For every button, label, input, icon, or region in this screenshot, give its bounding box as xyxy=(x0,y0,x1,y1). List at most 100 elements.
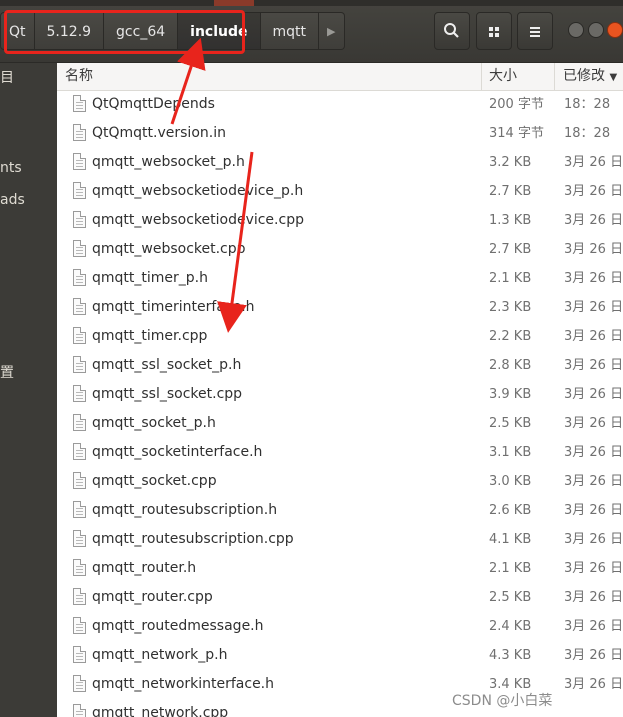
file-modified: 3月 26 日 xyxy=(564,387,623,402)
file-modified: 3月 26 日 xyxy=(564,358,623,373)
file-name: qmqtt_socket.cpp xyxy=(92,473,217,489)
file-name: qmqtt_websocketiodevice_p.h xyxy=(92,183,304,199)
file-name: QtQmqtt.version.in xyxy=(92,125,226,141)
file-row[interactable]: qmqtt_socketinterface.h 3.1 KB 3月 26 日 xyxy=(57,438,623,467)
file-modified: 3月 26 日 xyxy=(564,213,623,228)
file-modified: 3月 26 日 xyxy=(564,416,623,431)
file-row[interactable]: qmqtt_router.cpp 2.5 KB 3月 26 日 xyxy=(57,583,623,612)
file-size: 4.1 KB xyxy=(489,532,532,547)
file-name: qmqtt_routesubscription.h xyxy=(92,502,278,518)
file-row[interactable]: qmqtt_websocketiodevice.cpp 1.3 KB 3月 26 日 xyxy=(57,206,623,235)
header-bar: Qt 5.12.9 gcc_64 include mqtt ▶ xyxy=(0,0,623,63)
file-row[interactable]: qmqtt_timerinterface.h 2.3 KB 3月 26 日 xyxy=(57,293,623,322)
file-name: qmqtt_websocket_p.h xyxy=(92,154,245,170)
file-modified: 3月 26 日 xyxy=(564,271,623,286)
search-icon xyxy=(444,23,459,38)
file-name: qmqtt_routedmessage.h xyxy=(92,618,264,634)
file-row[interactable]: QtQmqtt.version.in 314 字节 18：28 xyxy=(57,119,623,148)
file-row[interactable]: qmqtt_websocket_p.h 3.2 KB 3月 26 日 xyxy=(57,148,623,177)
maximize-button[interactable] xyxy=(588,22,604,38)
file-row[interactable]: QtQmqttDepends 200 字节 18：28 xyxy=(57,90,623,119)
file-row[interactable]: qmqtt_websocket.cpp 2.7 KB 3月 26 日 xyxy=(57,235,623,264)
file-size: 2.5 KB xyxy=(489,590,532,605)
file-name: qmqtt_socketinterface.h xyxy=(92,444,263,460)
file-name: qmqtt_routesubscription.cpp xyxy=(92,531,294,547)
text-file-icon xyxy=(73,646,86,663)
breadcrumb-mqtt[interactable]: mqtt xyxy=(260,12,320,50)
text-file-icon xyxy=(73,443,86,460)
column-divider[interactable] xyxy=(481,63,482,90)
watermark: CSDN @小白菜 xyxy=(452,693,553,709)
file-row[interactable]: qmqtt_routesubscription.h 2.6 KB 3月 26 日 xyxy=(57,496,623,525)
text-file-icon xyxy=(73,269,86,286)
file-name: qmqtt_timerinterface.h xyxy=(92,299,255,315)
text-file-icon xyxy=(73,153,86,170)
text-file-icon xyxy=(73,588,86,605)
sidebar-item-4[interactable]: 置 xyxy=(0,362,14,382)
text-file-icon xyxy=(73,559,86,576)
file-row[interactable]: qmqtt_routedmessage.h 2.4 KB 3月 26 日 xyxy=(57,612,623,641)
file-size: 1.3 KB xyxy=(489,213,532,228)
text-file-icon xyxy=(73,501,86,518)
file-row[interactable]: qmqtt_router.h 2.1 KB 3月 26 日 xyxy=(57,554,623,583)
file-size: 2.2 KB xyxy=(489,329,532,344)
file-name: QtQmqttDepends xyxy=(92,96,215,112)
view-toggle-button[interactable] xyxy=(476,12,512,50)
file-size: 2.6 KB xyxy=(489,503,532,518)
file-name: qmqtt_timer.cpp xyxy=(92,328,208,344)
file-name: qmqtt_socket_p.h xyxy=(92,415,216,431)
column-header-size[interactable]: 大小 xyxy=(489,63,517,90)
column-divider[interactable] xyxy=(554,63,555,90)
column-header-modified-label: 已修改 xyxy=(563,68,605,84)
minimize-button[interactable] xyxy=(568,22,584,38)
file-size: 2.7 KB xyxy=(489,184,532,199)
file-modified: 3月 26 日 xyxy=(564,561,623,576)
search-button[interactable] xyxy=(434,12,470,50)
file-row[interactable]: qmqtt_websocketiodevice_p.h 2.7 KB 3月 26 日 xyxy=(57,177,623,206)
file-size: 3.2 KB xyxy=(489,155,532,170)
file-row[interactable]: qmqtt_socket.cpp 3.0 KB 3月 26 日 xyxy=(57,467,623,496)
text-file-icon xyxy=(73,95,86,112)
text-file-icon xyxy=(73,675,86,692)
file-modified: 3月 26 日 xyxy=(564,445,623,460)
file-name: qmqtt_network_p.h xyxy=(92,647,228,663)
text-file-icon xyxy=(73,124,86,141)
file-modified: 3月 26 日 xyxy=(564,648,623,663)
text-file-icon xyxy=(73,385,86,402)
file-row[interactable]: qmqtt_timer_p.h 2.1 KB 3月 26 日 xyxy=(57,264,623,293)
close-button[interactable] xyxy=(607,22,623,38)
file-modified: 3月 26 日 xyxy=(564,300,623,315)
file-modified: 3月 26 日 xyxy=(564,329,623,344)
column-header-modified[interactable]: 已修改 ▼ xyxy=(563,63,617,90)
text-file-icon xyxy=(73,240,86,257)
file-modified: 3月 26 日 xyxy=(564,474,623,489)
file-size: 200 字节 xyxy=(489,97,544,112)
file-size: 3.9 KB xyxy=(489,387,532,402)
sidebar-item-2[interactable]: nts xyxy=(0,160,22,176)
file-modified: 18：28 xyxy=(564,126,611,141)
file-name: qmqtt_ssl_socket.cpp xyxy=(92,386,243,402)
menu-button[interactable] xyxy=(517,12,553,50)
file-row[interactable]: qmqtt_routesubscription.cpp 4.1 KB 3月 26 日 xyxy=(57,525,623,554)
file-modified: 3月 26 日 xyxy=(564,677,623,692)
file-modified: 18：28 xyxy=(564,97,611,112)
file-modified: 3月 26 日 xyxy=(564,503,623,518)
column-header-name[interactable]: 名称 xyxy=(65,63,93,90)
hamburger-menu-icon xyxy=(530,27,540,37)
sidebar-item-1[interactable]: 目 xyxy=(0,67,14,87)
annotation-highlight-box xyxy=(4,10,245,54)
file-row[interactable]: qmqtt_ssl_socket_p.h 2.8 KB 3月 26 日 xyxy=(57,351,623,380)
file-size: 2.8 KB xyxy=(489,358,532,373)
text-file-icon xyxy=(73,182,86,199)
file-row[interactable]: qmqtt_ssl_socket.cpp 3.9 KB 3月 26 日 xyxy=(57,380,623,409)
sidebar-item-3[interactable]: ads xyxy=(0,192,25,208)
file-list-pane: 名称 大小 已修改 ▼ QtQmqttDepends 200 字节 18：28 QtQ… xyxy=(57,63,623,717)
file-row[interactable]: qmqtt_timer.cpp 2.2 KB 3月 26 日 xyxy=(57,322,623,351)
file-modified: 3月 26 日 xyxy=(564,155,623,170)
file-row[interactable]: qmqtt_network_p.h 4.3 KB 3月 26 日 xyxy=(57,641,623,670)
file-size: 2.3 KB xyxy=(489,300,532,315)
path-forward-arrow-icon[interactable]: ▶ xyxy=(319,12,345,50)
file-name: qmqtt_websocket.cpp xyxy=(92,241,246,257)
file-list: QtQmqttDepends 200 字节 18：28 QtQmqtt.version… xyxy=(57,90,623,717)
file-row[interactable]: qmqtt_socket_p.h 2.5 KB 3月 26 日 xyxy=(57,409,623,438)
